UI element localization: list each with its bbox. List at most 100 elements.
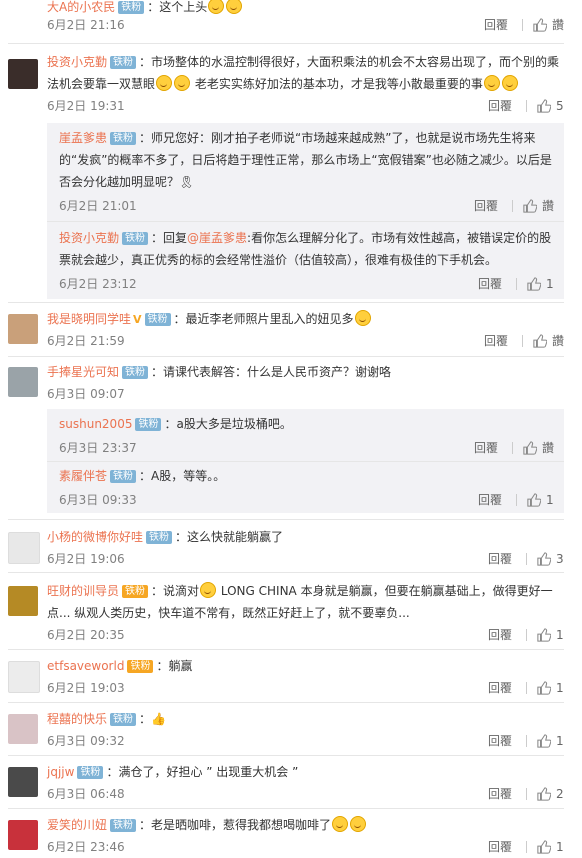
comment-username[interactable]: 大A的小农民	[47, 0, 115, 14]
reply-button[interactable]: 回覆	[488, 785, 512, 803]
comment-meta: 6月2日 21:59 回覆 讚	[47, 332, 564, 350]
reply-body: ：a股大多是垃圾桶吧。	[164, 417, 292, 431]
comment-meta: 6月3日 09:32 回覆 1	[47, 732, 564, 750]
reply-meta: 6月3日 09:33 回覆 1	[59, 491, 554, 509]
reply-time: 6月3日 09:33	[59, 493, 137, 507]
comment-username[interactable]: 投资小克勤	[47, 55, 107, 69]
divider	[8, 755, 564, 756]
reply-button[interactable]: 回覆	[478, 491, 502, 509]
comment-username[interactable]: 爱笑的川妞	[47, 818, 107, 832]
like-button[interactable]: 讚	[533, 332, 564, 350]
comment-username[interactable]: 旺财的训导员	[47, 584, 119, 598]
reply-button[interactable]: 回覆	[488, 838, 512, 856]
divider	[8, 808, 564, 809]
reply-time: 6月3日 23:37	[59, 441, 137, 455]
fan-badge: 铁粉	[110, 470, 137, 483]
divider	[516, 494, 517, 506]
like-button[interactable]: 1	[527, 491, 554, 509]
grin-emoji-icon	[332, 816, 349, 832]
avatar[interactable]	[8, 661, 40, 693]
like-button[interactable]: 2	[537, 785, 564, 803]
reply-button[interactable]: 回覆	[474, 197, 498, 215]
comment-time: 6月3日 09:32	[47, 734, 125, 748]
comment-body: ：这个上头	[147, 0, 208, 14]
like-button[interactable]: 1	[527, 275, 554, 293]
comment-time: 6月2日 21:16	[47, 18, 125, 32]
reply-button[interactable]: 回覆	[488, 732, 512, 750]
comment-time: 6月2日 19:06	[47, 552, 125, 566]
comment-body: ：这么快就能躺赢了	[175, 530, 284, 544]
avatar[interactable]	[8, 59, 38, 89]
reply-button[interactable]: 回覆	[484, 332, 508, 350]
fan-badge: 铁粉	[122, 232, 149, 245]
like-button[interactable]: 1	[537, 732, 564, 750]
smiley-emoji-icon	[156, 75, 173, 91]
like-count: 2	[556, 787, 564, 801]
comment-username[interactable]: etfsaveworld	[47, 659, 124, 673]
like-button[interactable]: 3	[537, 550, 564, 568]
fan-badge: 铁粉	[122, 366, 149, 379]
avatar[interactable]	[8, 820, 38, 850]
comment-text: 我是晓明同学哇 V 铁粉 ：最近李老师照片里乱入的妞见多	[47, 308, 564, 331]
avatar[interactable]	[8, 714, 38, 744]
divider	[526, 841, 527, 853]
thumbs-up-icon	[537, 681, 551, 695]
like-button[interactable]: 讚	[523, 439, 554, 457]
reply-text: sushun2005 铁粉 ：a股大多是垃圾桶吧。	[59, 413, 554, 435]
reply-button[interactable]: 回覆	[488, 550, 512, 568]
avatar[interactable]	[8, 586, 38, 616]
reply-body: ：回复	[151, 231, 188, 245]
thumbs-up-icon	[533, 18, 547, 32]
reply-meta: 6月2日 21:01 回覆 讚	[59, 197, 554, 215]
comment-username[interactable]: 小杨的微博你好哇	[47, 530, 143, 544]
reply-button[interactable]: 回覆	[474, 439, 498, 457]
comment-meta: 6月2日 19:03 回覆 1	[47, 679, 564, 697]
comment-username[interactable]: jqjjw	[47, 765, 74, 779]
thumbs-up-icon	[527, 493, 541, 507]
reply-username[interactable]: sushun2005	[59, 417, 132, 431]
mention-link[interactable]: @崖孟爹患	[187, 231, 247, 245]
reply-time: 6月2日 21:01	[59, 199, 137, 213]
reply-button[interactable]: 回覆	[478, 275, 502, 293]
avatar[interactable]	[8, 767, 38, 797]
like-count: 5	[556, 99, 564, 113]
comment-body: ：最近李老师照片里乱入的妞见多	[173, 312, 354, 326]
like-button[interactable]: 5	[537, 97, 564, 115]
reply-username[interactable]: 崖孟爹患	[59, 131, 107, 145]
comment-meta: 6月2日 21:16 回覆 讚	[47, 16, 564, 34]
reply-meta: 6月3日 23:37 回覆 讚	[59, 439, 554, 457]
reply-button[interactable]: 回覆	[488, 679, 512, 697]
comment-item: 旺财的训导员 铁粉 ：说滴对 LONG CHINA 本身就是躺赢，但要在躺赢基础上，…	[0, 578, 582, 648]
comment-text: 程囍的快乐 铁粉 ：👍	[47, 708, 564, 730]
divider	[8, 43, 564, 44]
like-button[interactable]: 1	[537, 838, 564, 856]
like-label: 讚	[551, 334, 564, 348]
divider	[526, 553, 527, 565]
reply-username[interactable]: 素履伴苍	[59, 469, 107, 483]
like-count: 1	[556, 628, 564, 642]
reply-username[interactable]: 投资小克勤	[59, 231, 119, 245]
comment-body: ：躺赢	[156, 659, 193, 673]
like-button[interactable]: 1	[537, 679, 564, 697]
reply-button[interactable]: 回覆	[488, 97, 512, 115]
avatar[interactable]	[8, 532, 40, 564]
comment-time: 6月2日 23:46	[47, 840, 125, 854]
verified-v-icon: V	[133, 313, 142, 326]
comment-username[interactable]: 手捧星光可知	[47, 365, 119, 379]
avatar[interactable]	[8, 367, 38, 397]
comment-meta: 6月3日 09:07	[47, 385, 564, 403]
comment-time: 6月3日 06:48	[47, 787, 125, 801]
like-count: 1	[546, 277, 554, 291]
comment-body: ：请课代表解答：什么是人民币资产？谢谢咯	[151, 365, 392, 379]
like-button[interactable]: 讚	[533, 16, 564, 34]
reply-button[interactable]: 回覆	[488, 626, 512, 644]
like-count: 1	[556, 681, 564, 695]
comment-username[interactable]: 我是晓明同学哇	[47, 312, 131, 326]
avatar[interactable]	[8, 314, 38, 344]
reply-button[interactable]: 回覆	[484, 16, 508, 34]
like-button[interactable]: 1	[537, 626, 564, 644]
reply-thread: sushun2005 铁粉 ：a股大多是垃圾桶吧。 6月3日 23:37 回覆 讚 …	[47, 409, 564, 513]
thumbs-up-icon	[537, 840, 551, 854]
like-button[interactable]: 讚	[523, 197, 554, 215]
comment-username[interactable]: 程囍的快乐	[47, 712, 107, 726]
